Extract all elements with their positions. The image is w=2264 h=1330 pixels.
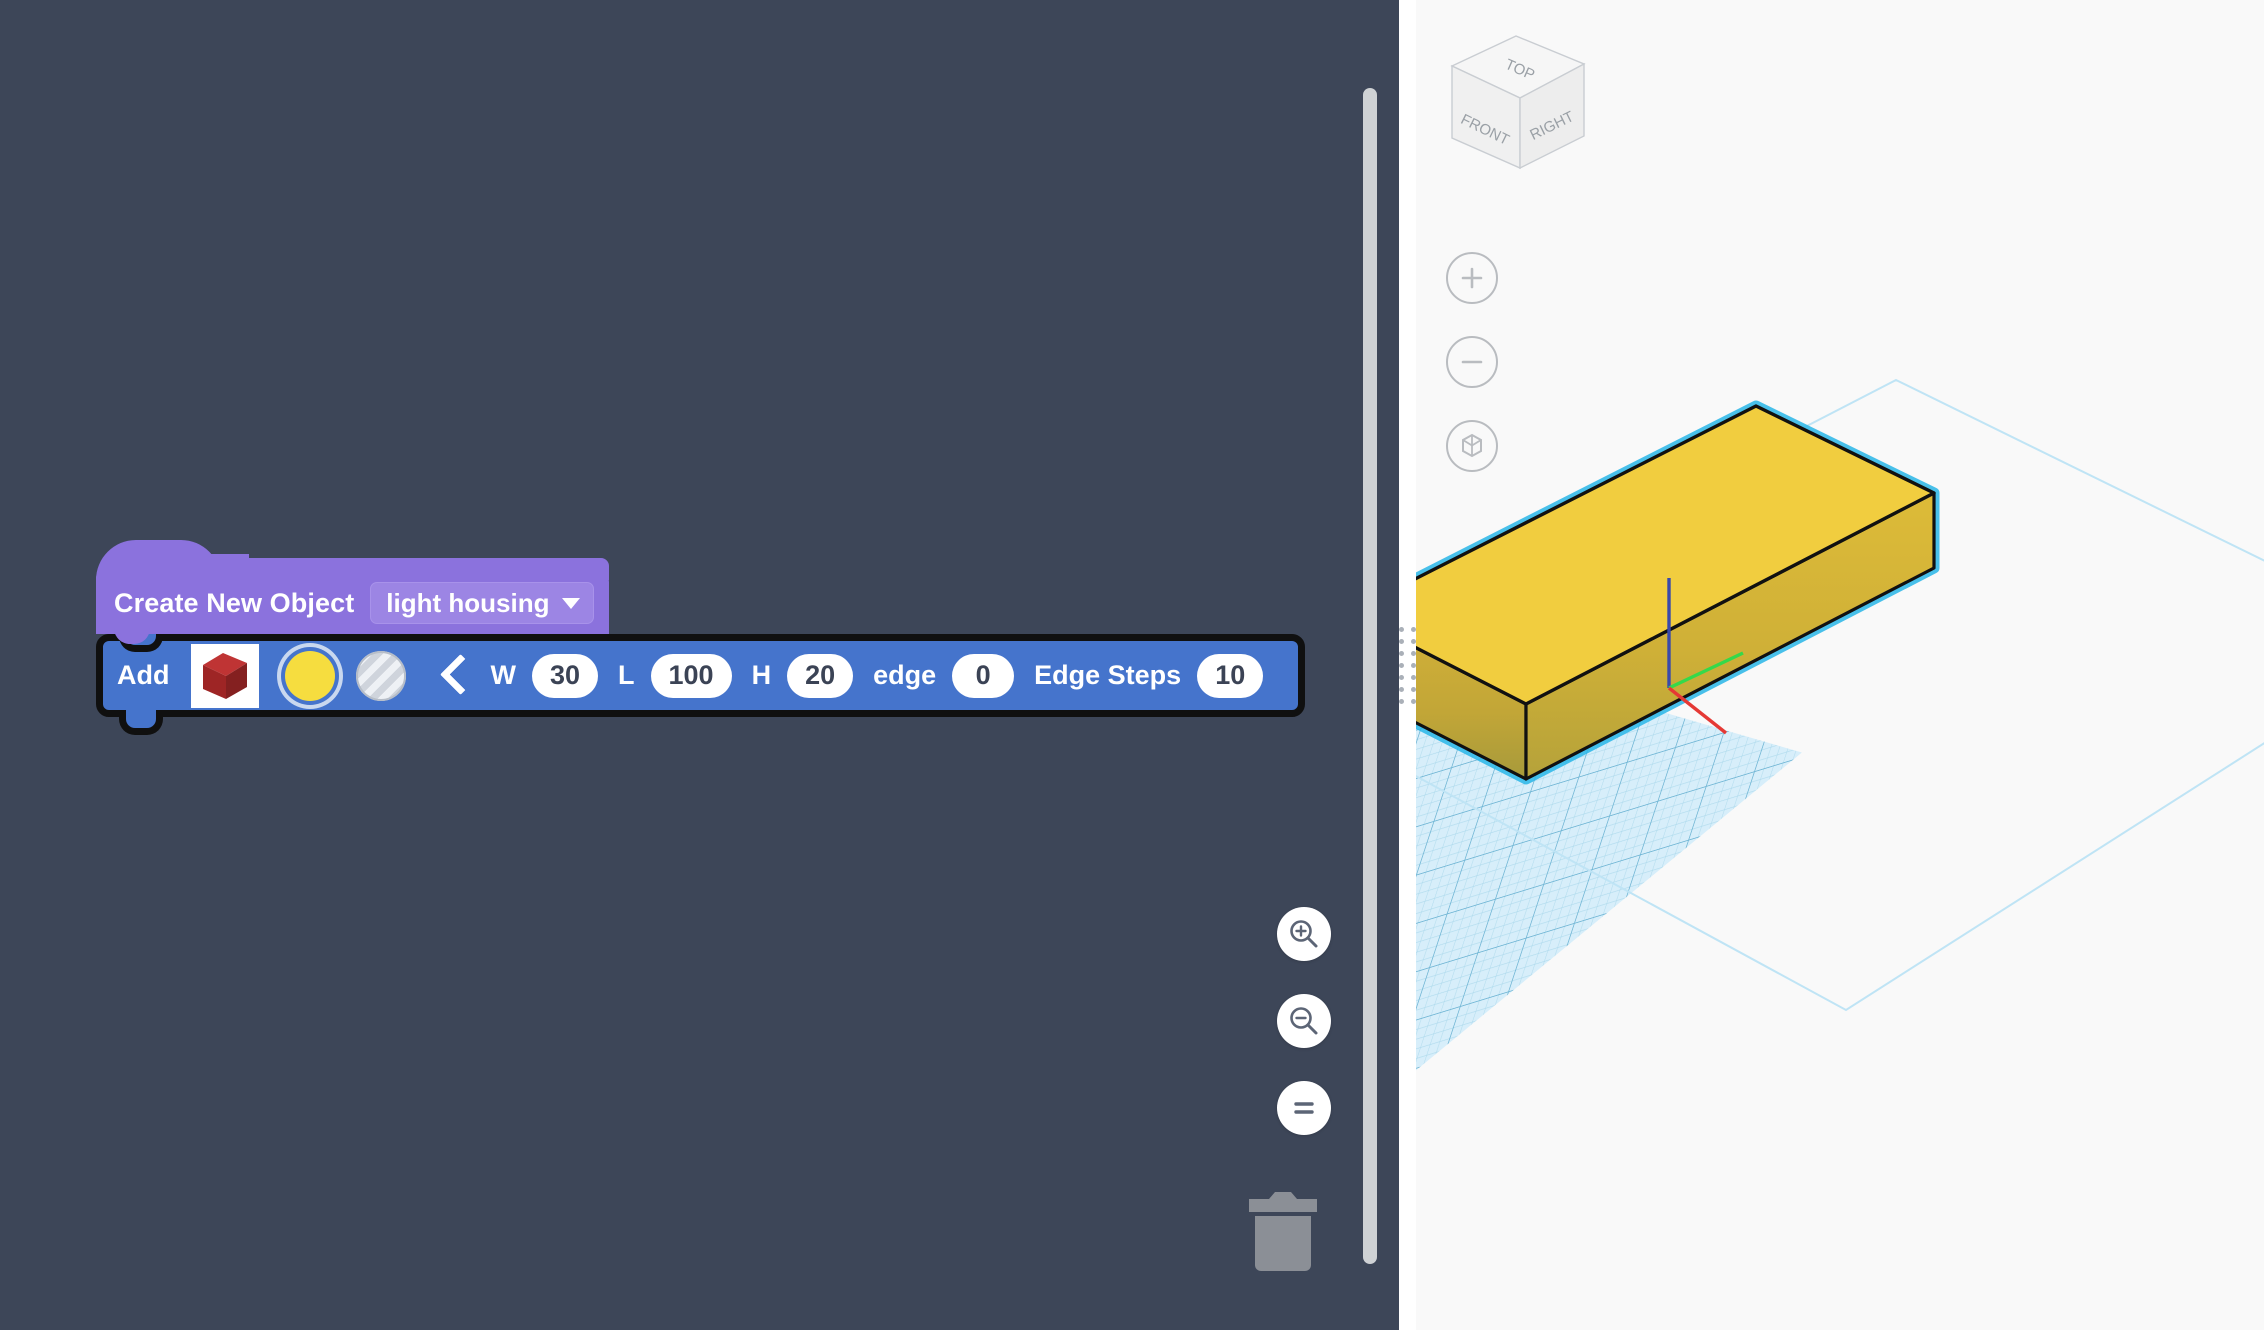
object-name-dropdown[interactable]: light housing xyxy=(370,582,594,624)
chevron-left-icon[interactable] xyxy=(438,656,464,696)
param-value-edge-steps: 10 xyxy=(1215,660,1245,691)
param-value-edge: 0 xyxy=(976,660,991,691)
trash-icon xyxy=(1243,1185,1323,1275)
param-label-edge: edge xyxy=(873,660,936,691)
param-label-edge-steps: Edge Steps xyxy=(1034,660,1181,691)
block-workspace[interactable]: Create New Object light housing Add xyxy=(0,0,1399,1330)
param-label-w: W xyxy=(490,660,515,691)
block-stack[interactable]: Create New Object light housing Add xyxy=(96,572,1305,717)
param-input-edge-steps[interactable]: 10 xyxy=(1197,654,1263,698)
view-cube-icon[interactable]: TOP FRONT RIGHT xyxy=(1434,18,1604,178)
add-label: Add xyxy=(117,660,169,691)
hat-block-shoulder xyxy=(216,558,609,580)
param-input-edge[interactable]: 0 xyxy=(952,654,1014,698)
red-cube-icon xyxy=(197,649,253,703)
minus-icon xyxy=(1459,349,1485,375)
trash-button[interactable] xyxy=(1243,1185,1323,1275)
scene-canvas[interactable] xyxy=(1416,0,2264,1330)
magnifier-minus-icon xyxy=(1287,1004,1321,1038)
create-new-object-label: Create New Object xyxy=(114,588,354,619)
zoom-in-button[interactable] xyxy=(1277,907,1331,961)
fit-to-view-cube-icon xyxy=(1457,431,1487,461)
param-input-w[interactable]: 30 xyxy=(532,654,598,698)
chevron-down-icon xyxy=(562,598,580,609)
solid-color-swatch[interactable] xyxy=(285,651,335,701)
workspace-scrollbar-thumb[interactable] xyxy=(1363,88,1377,1264)
plus-icon xyxy=(1459,265,1485,291)
hole-swatch[interactable] xyxy=(356,651,406,701)
view-zoom-out-button[interactable] xyxy=(1446,336,1498,388)
param-value-l: 100 xyxy=(669,660,714,691)
create-new-object-block[interactable]: Create New Object light housing xyxy=(96,572,609,634)
param-input-h[interactable]: 20 xyxy=(787,654,853,698)
viewport-3d[interactable]: TOP FRONT RIGHT xyxy=(1416,0,2264,1330)
hat-block-cap xyxy=(96,540,221,580)
add-shape-block[interactable]: Add W 30 xyxy=(96,634,1305,717)
shape-thumbnail-button[interactable] xyxy=(191,644,259,708)
view-cube[interactable]: TOP FRONT RIGHT xyxy=(1434,18,1604,178)
app-root: Create New Object light housing Add xyxy=(0,0,2264,1330)
object-name-value: light housing xyxy=(386,588,549,619)
param-value-w: 30 xyxy=(550,660,580,691)
equals-icon xyxy=(1287,1091,1321,1125)
grip-dots-icon[interactable] xyxy=(1399,615,1416,715)
zoom-out-button[interactable] xyxy=(1277,994,1331,1048)
zoom-reset-button[interactable] xyxy=(1277,1081,1331,1135)
block-notch-bottom xyxy=(119,710,163,735)
magnifier-plus-icon xyxy=(1287,917,1321,951)
param-input-l[interactable]: 100 xyxy=(651,654,732,698)
view-fit-button[interactable] xyxy=(1446,420,1498,472)
param-label-l: L xyxy=(618,660,635,691)
param-value-h: 20 xyxy=(805,660,835,691)
param-label-h: H xyxy=(752,660,772,691)
view-zoom-in-button[interactable] xyxy=(1446,252,1498,304)
